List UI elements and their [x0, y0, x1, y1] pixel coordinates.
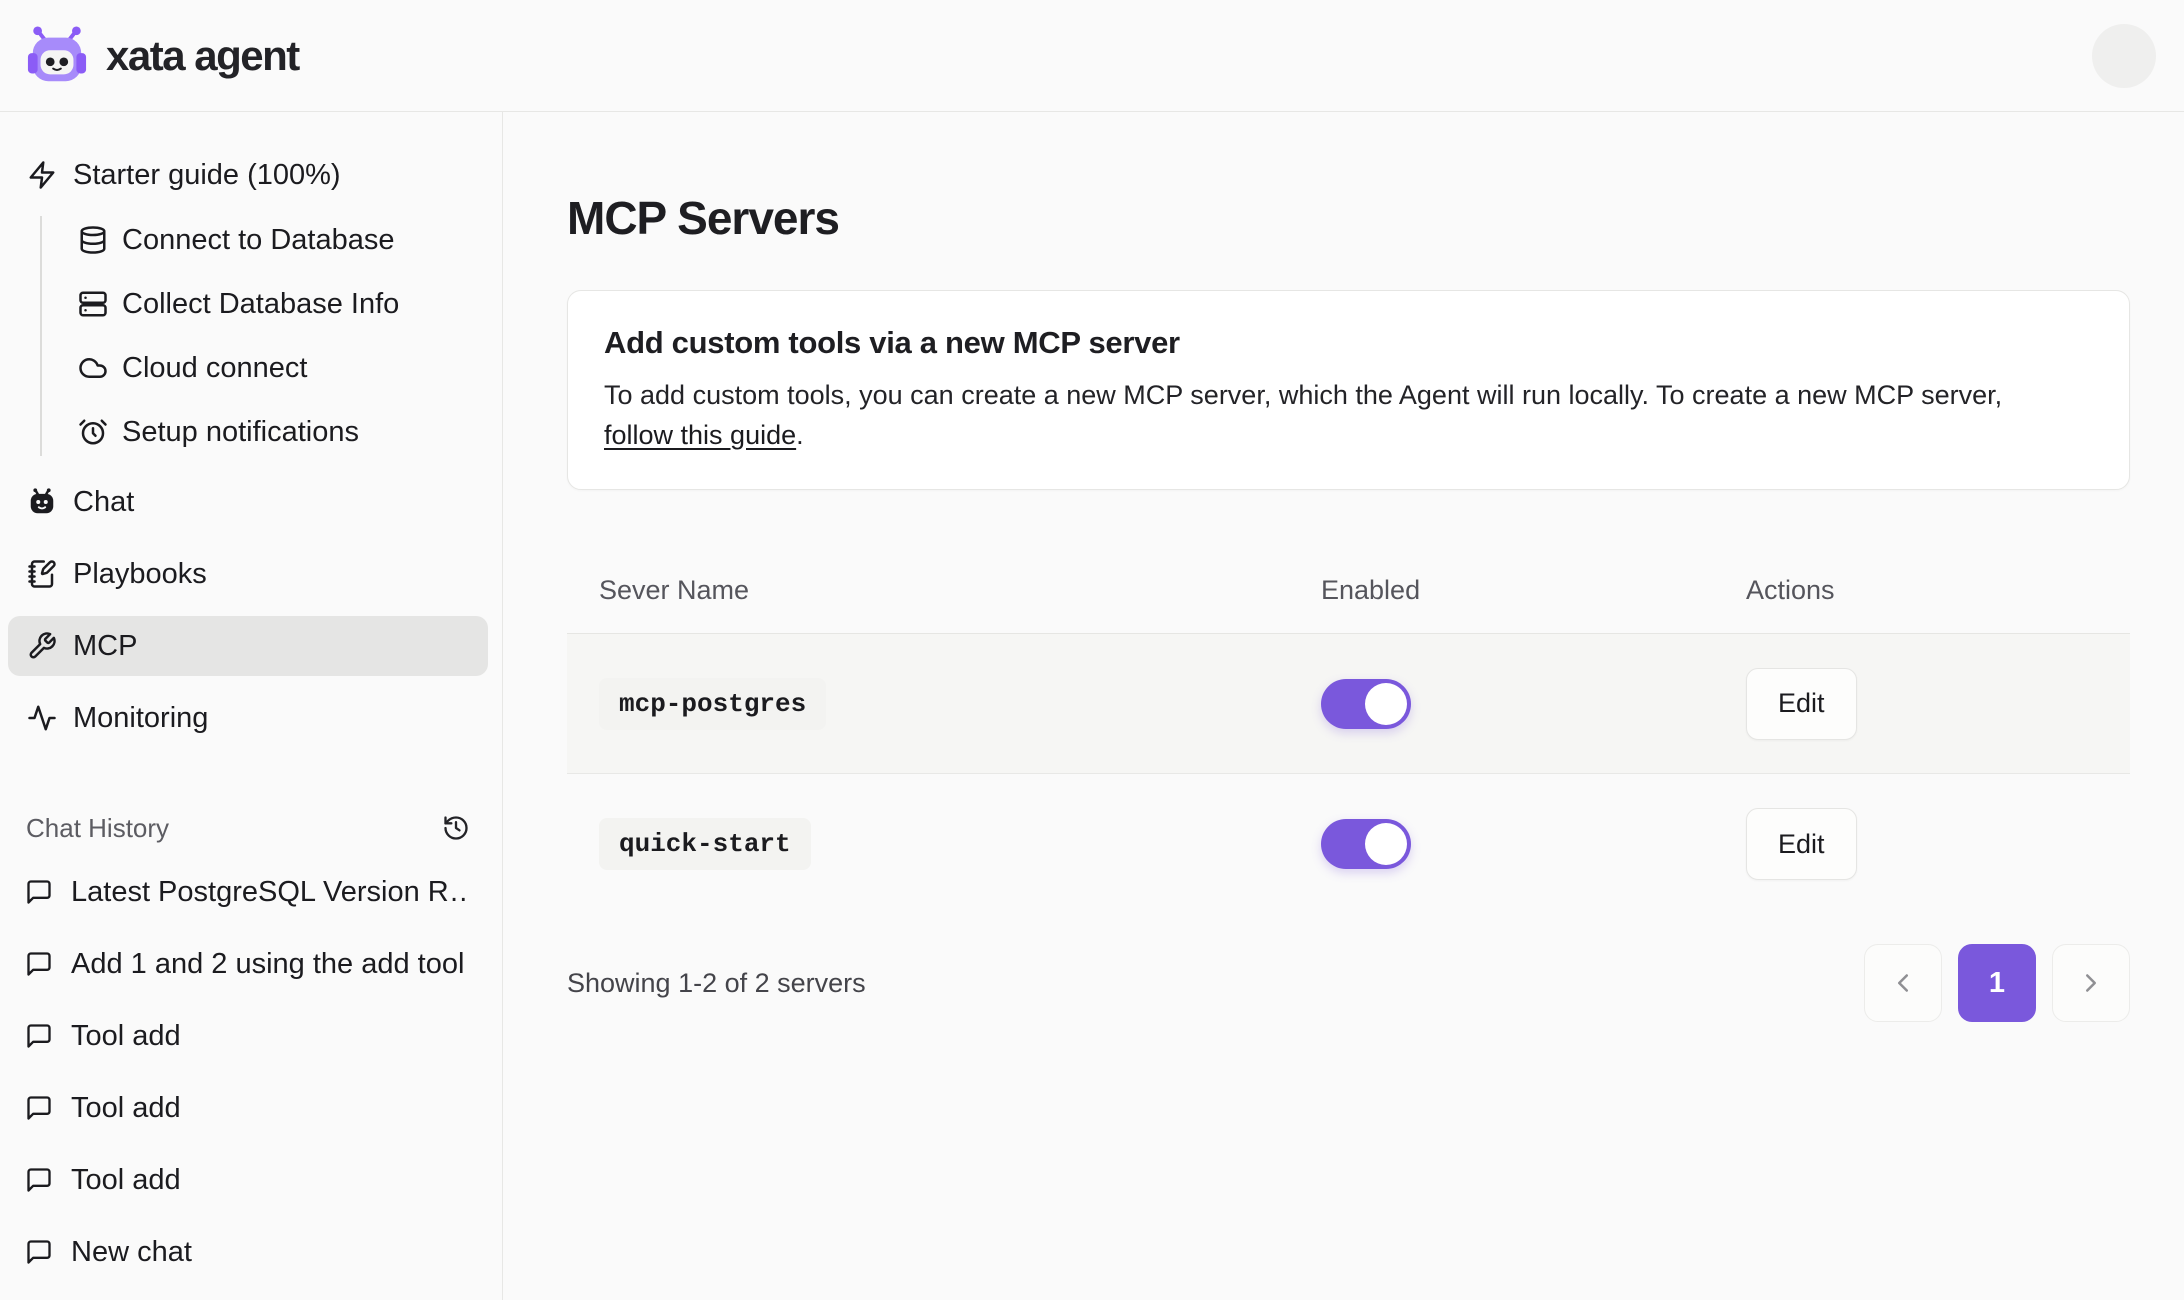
chat-history-item[interactable]: Tool add [8, 1072, 488, 1144]
user-avatar[interactable] [2092, 24, 2156, 88]
card-body-text: To add custom tools, you can create a ne… [604, 380, 2002, 410]
message-square-icon [25, 1022, 53, 1050]
page-1-button[interactable]: 1 [1958, 944, 2036, 1022]
wrench-icon [27, 631, 57, 661]
sidebar-item-chat[interactable]: Chat [8, 472, 488, 532]
brand-name: xata agent [106, 32, 299, 80]
chat-history-item-label: Tool add [71, 1092, 181, 1125]
column-header-server-name: Sever Name [567, 575, 1321, 606]
sidebar: Starter guide (100%) Connect to Database [0, 112, 503, 1300]
zap-icon [27, 160, 57, 190]
alarm-clock-icon [78, 417, 108, 447]
top-bar: xata agent [0, 0, 2184, 112]
toggle-knob [1365, 823, 1407, 865]
enabled-toggle[interactable] [1321, 679, 1411, 729]
edit-button[interactable]: Edit [1746, 808, 1857, 880]
chat-history-item-label: Tool add [71, 1020, 181, 1053]
sidebar-item-label: Setup notifications [122, 416, 359, 449]
sidebar-item-starter-guide[interactable]: Starter guide (100%) [8, 142, 488, 208]
chat-history-item-label: New chat [71, 1236, 192, 1269]
sidebar-item-label: Playbooks [73, 558, 207, 591]
sidebar-item-label: Connect to Database [122, 224, 394, 257]
sidebar-item-label: Collect Database Info [122, 288, 399, 321]
sidebar-item-playbooks[interactable]: Playbooks [8, 544, 488, 604]
sidebar-item-cloud-connect[interactable]: Cloud connect [8, 336, 488, 400]
chat-history-header: Chat History [8, 800, 488, 856]
sidebar-item-collect-database-info[interactable]: Collect Database Info [8, 272, 488, 336]
table-header-row: Sever Name Enabled Actions [567, 548, 2130, 634]
message-square-icon [25, 1094, 53, 1122]
message-square-icon [25, 878, 53, 906]
chat-history-item[interactable]: Add 1 and 2 using the add tool [8, 928, 488, 1000]
pagination: Showing 1-2 of 2 servers 1 [567, 944, 2130, 1022]
follow-guide-link[interactable]: follow this guide [604, 420, 796, 450]
enabled-toggle[interactable] [1321, 819, 1411, 869]
card-title: Add custom tools via a new MCP server [604, 323, 2093, 363]
notebook-pen-icon [27, 559, 57, 589]
pagination-summary: Showing 1-2 of 2 servers [567, 968, 866, 999]
chat-history-item[interactable]: Tool add [8, 1000, 488, 1072]
sidebar-item-label: Chat [73, 486, 134, 519]
chat-history-title: Chat History [26, 813, 169, 844]
chevron-right-icon [2076, 968, 2106, 998]
chat-history-item[interactable]: Tool add [8, 1144, 488, 1216]
card-body-period: . [796, 420, 804, 450]
sidebar-item-mcp[interactable]: MCP [8, 616, 488, 676]
chat-history-item-label: Latest PostgreSQL Version R… [71, 876, 471, 909]
database-icon [78, 225, 108, 255]
sidebar-item-monitoring[interactable]: Monitoring [8, 688, 488, 748]
server-icon [78, 289, 108, 319]
next-page-button[interactable] [2052, 944, 2130, 1022]
main-content: MCP Servers Add custom tools via a new M… [503, 112, 2184, 1300]
prev-page-button[interactable] [1864, 944, 1942, 1022]
edit-button[interactable]: Edit [1746, 668, 1857, 740]
table-row: mcp-postgres Edit [567, 634, 2130, 774]
server-name-chip: mcp-postgres [599, 678, 826, 730]
column-header-enabled: Enabled [1321, 575, 1746, 606]
sidebar-item-label: Cloud connect [122, 352, 307, 385]
page-title: MCP Servers [567, 190, 2130, 246]
mcp-servers-table: Sever Name Enabled Actions mcp-postgres … [567, 548, 2130, 914]
sidebar-item-label: MCP [73, 630, 137, 663]
toggle-knob [1365, 683, 1407, 725]
sidebar-item-setup-notifications[interactable]: Setup notifications [8, 400, 488, 464]
chevron-left-icon [1888, 968, 1918, 998]
chat-history-item-label: Tool add [71, 1164, 181, 1197]
robot-icon [27, 487, 57, 517]
starter-guide-steps: Connect to Database Collect Database Inf… [8, 208, 488, 464]
card-body: To add custom tools, you can create a ne… [604, 375, 2064, 455]
chat-history-item[interactable]: Latest PostgreSQL Version R… [8, 856, 488, 928]
xata-robot-logo-icon [26, 25, 88, 87]
history-icon[interactable] [442, 814, 470, 842]
message-square-icon [25, 950, 53, 978]
sidebar-item-label: Monitoring [73, 702, 208, 735]
add-mcp-server-card: Add custom tools via a new MCP server To… [567, 290, 2130, 490]
cloud-icon [78, 353, 108, 383]
chat-history-item-new-chat[interactable]: New chat [8, 1216, 488, 1288]
server-name-chip: quick-start [599, 818, 811, 870]
table-row: quick-start Edit [567, 774, 2130, 914]
sidebar-item-connect-to-database[interactable]: Connect to Database [8, 208, 488, 272]
column-header-actions: Actions [1746, 575, 2130, 606]
message-square-icon [25, 1166, 53, 1194]
chat-history-item-label: Add 1 and 2 using the add tool [71, 948, 464, 981]
activity-icon [27, 703, 57, 733]
message-square-icon [25, 1238, 53, 1266]
brand[interactable]: xata agent [26, 25, 299, 87]
sidebar-item-label: Starter guide (100%) [73, 159, 341, 192]
